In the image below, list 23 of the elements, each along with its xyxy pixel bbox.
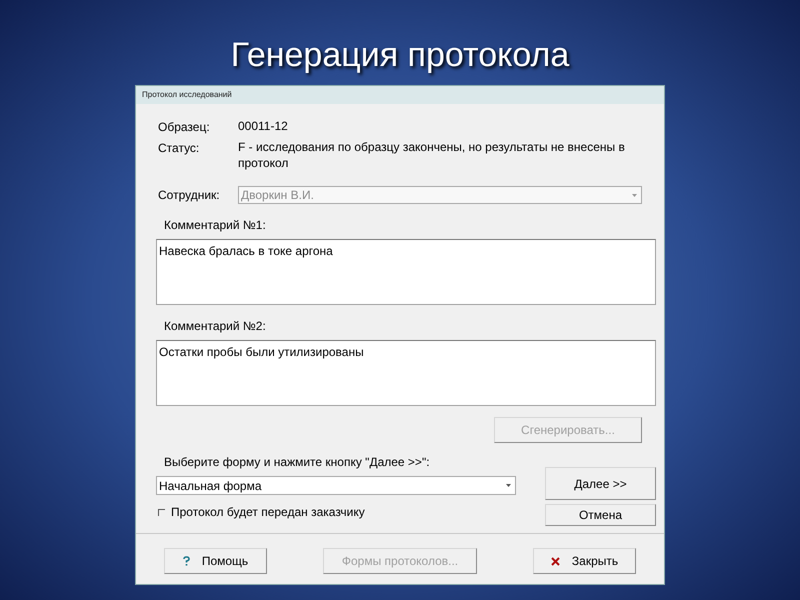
form-dropdown[interactable]: Начальная форма: [156, 476, 516, 495]
field-value: 00011-12: [238, 118, 289, 135]
help-button[interactable]: Помощь: [164, 548, 267, 574]
slide-title: Генерация протокола: [230, 35, 570, 74]
comment-textarea[interactable]: Остатки пробы были утилизированы: [156, 340, 656, 406]
comment-label: Комментарий №1:: [164, 217, 267, 234]
checkbox-label: Протокол будет передан заказчику: [171, 504, 365, 521]
checkbox[interactable]: [158, 508, 165, 516]
close-icon: [550, 556, 560, 566]
field-label: Статус:: [158, 140, 200, 157]
close-button[interactable]: Закрыть: [533, 548, 636, 574]
field-label: Образец:: [158, 119, 211, 136]
form-select-label: Выберите форму и нажмите кнопку "Далее >>":: [164, 454, 431, 471]
field-label: Сотрудник:: [158, 187, 221, 204]
comment-label: Комментарий №2:: [164, 318, 267, 335]
dialog-button[interactable]: Отмена: [545, 504, 656, 526]
comment-textarea[interactable]: Навеска бралась в токе аргона: [156, 239, 656, 305]
window-title: Протокол исследований: [142, 89, 232, 101]
field-value: F - исследования по образцу закончены, но результаты не внесены в протокол: [238, 139, 626, 171]
help-icon: [182, 556, 190, 566]
dropdown-arrow-icon: [506, 484, 511, 487]
dialog-button[interactable]: Далее >>: [545, 467, 656, 500]
dropdown-arrow-icon: [632, 194, 637, 196]
